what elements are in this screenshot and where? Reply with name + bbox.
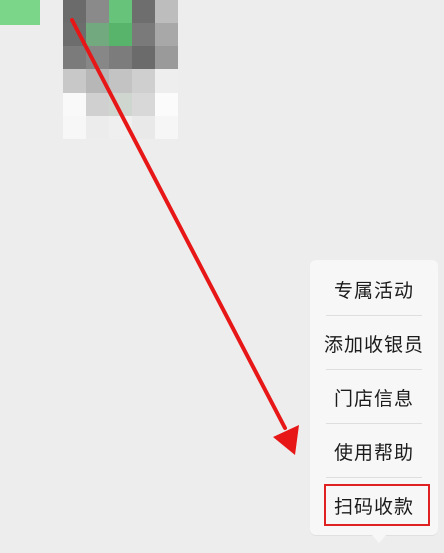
mosaic-cell: [132, 69, 155, 93]
mosaic-cell: [40, 69, 63, 93]
red-arrow-head: [273, 425, 299, 455]
mosaic-cell: [63, 115, 86, 139]
menu-item-scan-to-receive-payment[interactable]: 扫码收款: [318, 478, 430, 532]
mosaic-cell: [63, 46, 86, 70]
mosaic-cell: [86, 0, 109, 24]
menu-item-add-cashier[interactable]: 添加收银员: [318, 316, 430, 370]
mosaic-cell: [132, 46, 155, 70]
mosaic-cell: [86, 46, 109, 70]
mosaic-cell: [132, 0, 155, 24]
mosaic-cell: [109, 92, 132, 116]
menu-item-label: 专属活动: [333, 279, 414, 302]
mosaic-cell: [109, 0, 132, 24]
menu-item-exclusive-activities[interactable]: 专属活动: [318, 262, 430, 316]
mosaic-cell: [132, 115, 155, 139]
menu-item-help[interactable]: 使用帮助: [318, 424, 430, 478]
mosaic-cell: [86, 23, 109, 47]
mosaic-cell: [40, 23, 63, 47]
menu-item-label: 添加收银员: [323, 333, 424, 356]
mosaic-cell: [155, 46, 178, 70]
mosaic-cell: [155, 69, 178, 93]
mosaic-cell: [63, 23, 86, 47]
mosaic-cell: [109, 46, 132, 70]
mosaic-cell: [109, 23, 132, 47]
popup-tail: [372, 535, 386, 543]
popup-menu: 专属活动 添加收银员 门店信息 使用帮助 扫码收款: [310, 260, 438, 535]
mosaic-cell: [86, 115, 109, 139]
menu-item-label: 门店信息: [333, 387, 414, 410]
menu-item-label: 扫码收款: [333, 495, 414, 518]
mosaic-cell: [155, 115, 178, 139]
mosaic-cell: [86, 69, 109, 93]
mosaic-cell: [40, 46, 63, 70]
mosaic-cell: [155, 92, 178, 116]
mosaic-cell: [63, 0, 86, 24]
mosaic-cell: [86, 92, 109, 116]
mosaic-cell: [63, 92, 86, 116]
mosaic-cell: [109, 69, 132, 93]
mosaic-cell: [40, 92, 63, 116]
top-green-chip: [0, 0, 40, 25]
qr-code-mosaic-icon: [40, 0, 178, 139]
mosaic-cell: [63, 69, 86, 93]
menu-item-store-info[interactable]: 门店信息: [318, 370, 430, 424]
mosaic-cell: [155, 23, 178, 47]
mosaic-cell: [155, 0, 178, 24]
mosaic-cell: [109, 115, 132, 139]
mosaic-cell: [40, 115, 63, 139]
mosaic-cell: [132, 23, 155, 47]
menu-item-label: 使用帮助: [333, 441, 414, 464]
mosaic-cell: [132, 92, 155, 116]
mosaic-cell: [40, 0, 63, 24]
